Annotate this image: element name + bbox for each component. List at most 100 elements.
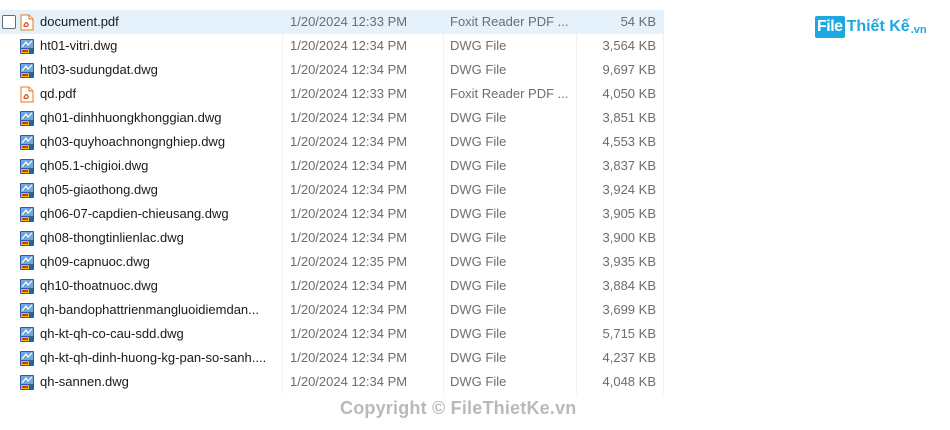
- file-size: 3,884 KB: [602, 278, 657, 293]
- file-row[interactable]: qh-kt-qh-co-cau-sdd.dwg 1/20/2024 12:34 P…: [0, 322, 664, 346]
- file-date-modified: 1/20/2024 12:34 PM: [290, 62, 408, 77]
- file-date-modified: 1/20/2024 12:34 PM: [290, 182, 408, 197]
- brand-logo: File Thiết Kế .vn: [815, 14, 927, 40]
- file-row[interactable]: ht03-sudungdat.dwg 1/20/2024 12:34 PM DWG …: [0, 58, 664, 82]
- file-type: DWG File: [450, 374, 507, 389]
- file-date-modified: 1/20/2024 12:34 PM: [290, 326, 408, 341]
- pdf-icon: [19, 86, 35, 103]
- dwg-icon: [19, 326, 35, 343]
- file-name: qh09-capnuoc.dwg: [40, 254, 150, 269]
- file-size: 4,237 KB: [602, 350, 657, 365]
- file-row[interactable]: qd.pdf 1/20/2024 12:33 PM Foxit Reader PDF…: [0, 82, 664, 106]
- dwg-icon: [19, 182, 35, 199]
- file-date-modified: 1/20/2024 12:34 PM: [290, 350, 408, 365]
- row-checkbox[interactable]: [2, 15, 16, 29]
- file-name: qh-kt-qh-dinh-huong-kg-pan-so-sanh....: [40, 350, 267, 365]
- dwg-icon: [19, 254, 35, 271]
- file-name: qh-sannen.dwg: [40, 374, 129, 389]
- dwg-icon: [19, 38, 35, 55]
- file-size: 5,715 KB: [602, 326, 657, 341]
- file-name: qh01-dinhhuongkhonggian.dwg: [40, 110, 222, 125]
- dwg-icon: [19, 278, 35, 295]
- file-date-modified: 1/20/2024 12:35 PM: [290, 254, 408, 269]
- file-date-modified: 1/20/2024 12:34 PM: [290, 38, 408, 53]
- brand-logo-tld: .vn: [910, 24, 927, 36]
- file-row[interactable]: qh09-capnuoc.dwg 1/20/2024 12:35 PM DWG Fi…: [0, 250, 664, 274]
- file-date-modified: 1/20/2024 12:34 PM: [290, 134, 408, 149]
- dwg-icon: [19, 110, 35, 127]
- file-size: 4,050 KB: [602, 86, 657, 101]
- file-row[interactable]: qh10-thoatnuoc.dwg 1/20/2024 12:34 PM DWG …: [0, 274, 664, 298]
- file-name: qh-kt-qh-co-cau-sdd.dwg: [40, 326, 184, 341]
- dwg-icon: [19, 206, 35, 223]
- file-name: qh03-quyhoachnongnghiep.dwg: [40, 134, 226, 149]
- file-size: 3,564 KB: [602, 38, 657, 53]
- file-size: 3,900 KB: [602, 230, 657, 245]
- file-row[interactable]: qh03-quyhoachnongnghiep.dwg 1/20/2024 12:…: [0, 130, 664, 154]
- file-type: DWG File: [450, 302, 507, 317]
- file-type: DWG File: [450, 182, 507, 197]
- file-size: 3,924 KB: [602, 182, 657, 197]
- file-date-modified: 1/20/2024 12:33 PM: [290, 14, 408, 29]
- file-list: document.pdf 1/20/2024 12:33 PM Foxit Read…: [0, 10, 664, 394]
- file-name: qh06-07-capdien-chieusang.dwg: [40, 206, 229, 221]
- dwg-icon: [19, 62, 35, 79]
- file-date-modified: 1/20/2024 12:34 PM: [290, 230, 408, 245]
- file-type: DWG File: [450, 230, 507, 245]
- file-type: DWG File: [450, 158, 507, 173]
- file-row[interactable]: document.pdf 1/20/2024 12:33 PM Foxit Read…: [0, 10, 664, 34]
- dwg-icon: [19, 374, 35, 391]
- file-row[interactable]: qh05-giaothong.dwg 1/20/2024 12:34 PM DWG …: [0, 178, 664, 202]
- pdf-icon: [19, 14, 35, 31]
- file-size: 9,697 KB: [602, 62, 657, 77]
- file-type: DWG File: [450, 278, 507, 293]
- dwg-icon: [19, 302, 35, 319]
- file-size: 54 KB: [620, 14, 656, 29]
- file-type: DWG File: [450, 110, 507, 125]
- brand-logo-text: Thiết Kế: [846, 18, 910, 35]
- file-row[interactable]: qh-sannen.dwg 1/20/2024 12:34 PM DWG File 4…: [0, 370, 664, 394]
- file-name: qd.pdf: [40, 86, 77, 101]
- file-date-modified: 1/20/2024 12:34 PM: [290, 302, 408, 317]
- dwg-icon: [19, 158, 35, 175]
- file-size: 3,837 KB: [602, 158, 657, 173]
- file-name: qh10-thoatnuoc.dwg: [40, 278, 158, 293]
- file-type: Foxit Reader PDF ...: [450, 14, 569, 29]
- file-row[interactable]: qh05.1-chigioi.dwg 1/20/2024 12:34 PM DWG …: [0, 154, 664, 178]
- file-explorer-window: document.pdf 1/20/2024 12:33 PM Foxit Read…: [0, 0, 950, 430]
- file-name: qh05-giaothong.dwg: [40, 182, 158, 197]
- file-type: DWG File: [450, 134, 507, 149]
- dwg-icon: [19, 134, 35, 151]
- file-type: DWG File: [450, 326, 507, 341]
- file-size: 3,935 KB: [602, 254, 657, 269]
- brand-logo-box: File: [815, 16, 845, 38]
- file-size: 4,553 KB: [602, 134, 657, 149]
- file-name: document.pdf: [40, 14, 119, 29]
- file-date-modified: 1/20/2024 12:34 PM: [290, 110, 408, 125]
- file-size: 4,048 KB: [602, 374, 657, 389]
- dwg-icon: [19, 230, 35, 247]
- file-name: qh-bandophattrienmangluoidiemdan...: [40, 302, 259, 317]
- file-row[interactable]: qh06-07-capdien-chieusang.dwg 1/20/2024 1…: [0, 202, 664, 226]
- file-row[interactable]: qh-kt-qh-dinh-huong-kg-pan-so-sanh.... 1/…: [0, 346, 664, 370]
- file-name: qh05.1-chigioi.dwg: [40, 158, 149, 173]
- file-size: 3,851 KB: [602, 110, 657, 125]
- file-type: DWG File: [450, 254, 507, 269]
- file-type: Foxit Reader PDF ...: [450, 86, 569, 101]
- file-size: 3,905 KB: [602, 206, 657, 221]
- file-type: DWG File: [450, 38, 507, 53]
- file-type: DWG File: [450, 206, 507, 221]
- file-type: DWG File: [450, 62, 507, 77]
- file-name: ht03-sudungdat.dwg: [40, 62, 158, 77]
- file-row[interactable]: qh08-thongtinlienlac.dwg 1/20/2024 12:34 …: [0, 226, 664, 250]
- file-name: ht01-vitri.dwg: [40, 38, 118, 53]
- file-name: qh08-thongtinlienlac.dwg: [40, 230, 184, 245]
- file-row[interactable]: ht01-vitri.dwg 1/20/2024 12:34 PM DWG File…: [0, 34, 664, 58]
- file-row[interactable]: qh01-dinhhuongkhonggian.dwg 1/20/2024 12:…: [0, 106, 664, 130]
- file-date-modified: 1/20/2024 12:34 PM: [290, 374, 408, 389]
- file-date-modified: 1/20/2024 12:34 PM: [290, 278, 408, 293]
- file-date-modified: 1/20/2024 12:34 PM: [290, 158, 408, 173]
- file-type: DWG File: [450, 350, 507, 365]
- copyright-watermark: Copyright © FileThietKe.vn: [340, 398, 577, 418]
- file-row[interactable]: qh-bandophattrienmangluoidiemdan... 1/20/…: [0, 298, 664, 322]
